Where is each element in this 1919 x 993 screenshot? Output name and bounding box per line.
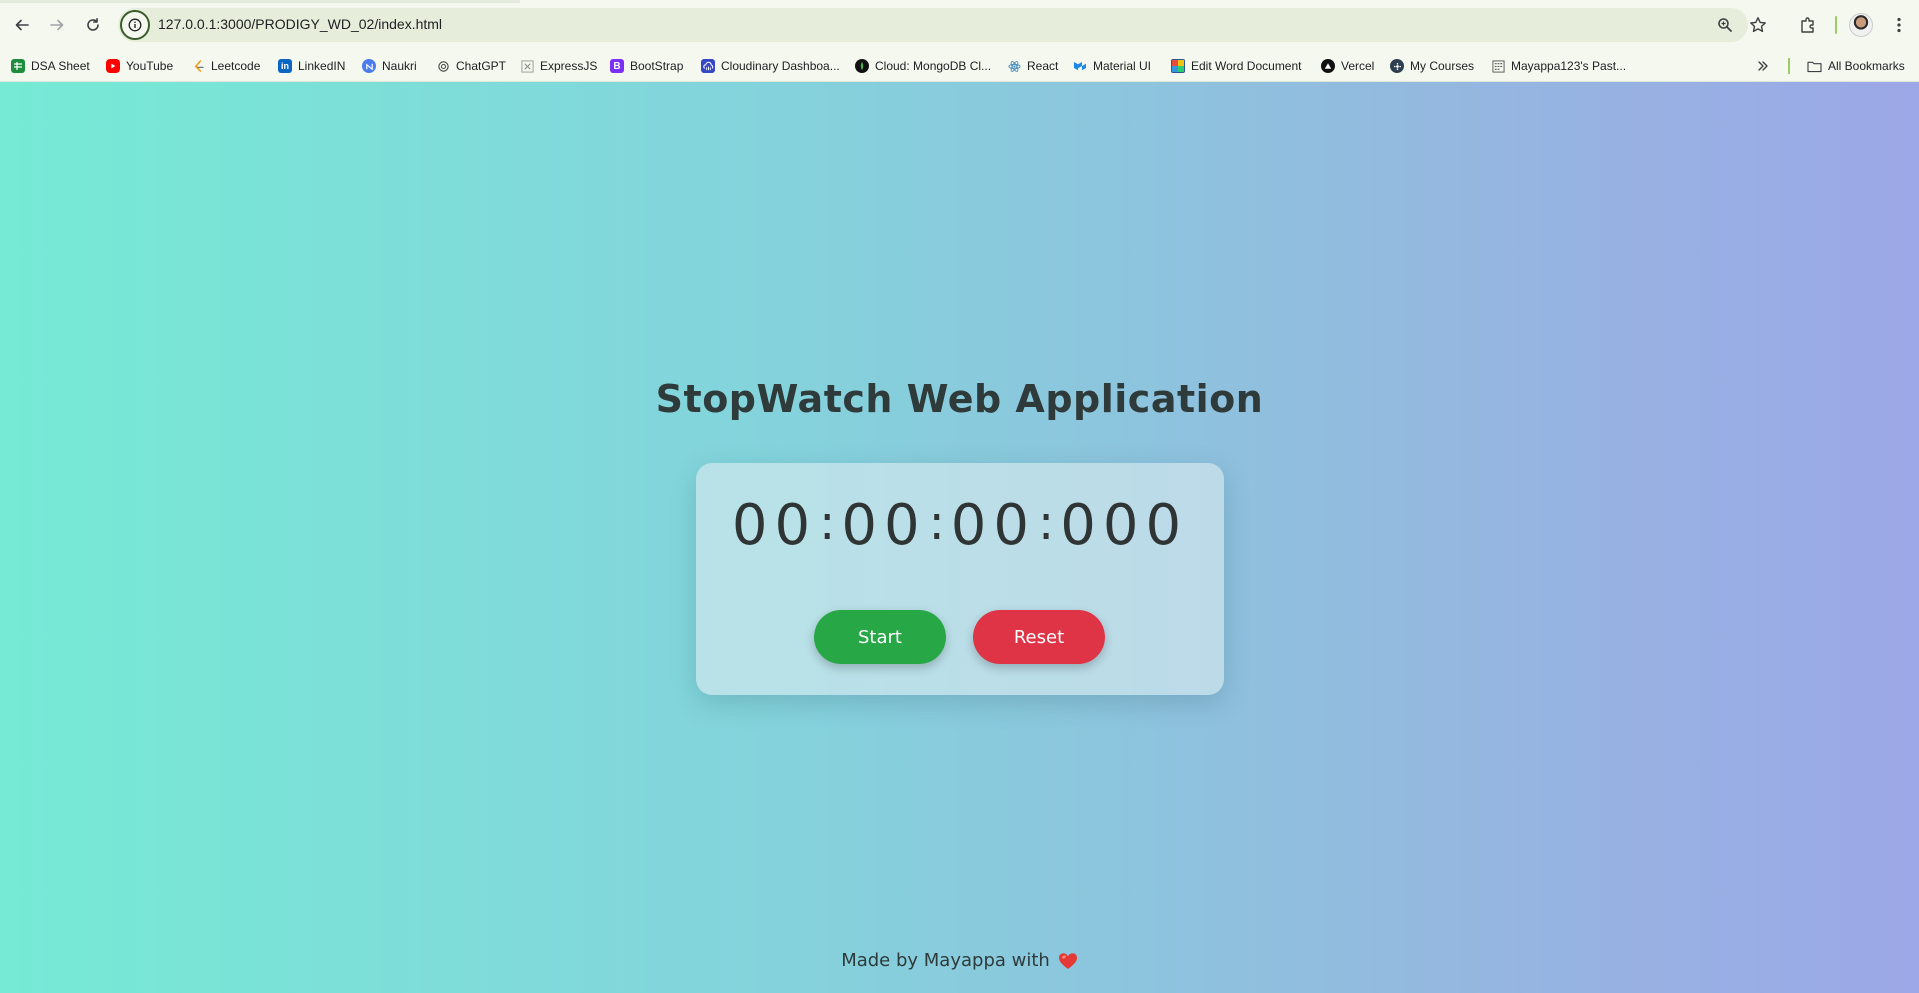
reset-button[interactable]: Reset bbox=[973, 610, 1105, 664]
url-text[interactable]: 127.0.0.1:3000/PRODIGY_WD_02/index.html bbox=[158, 16, 442, 32]
bookmark-mongodb[interactable]: Cloud: MongoDB Cl... bbox=[855, 56, 991, 76]
timer-display: 00 : 00 : 00 : 000 bbox=[696, 493, 1224, 558]
bookmark-vercel[interactable]: Vercel bbox=[1321, 56, 1374, 76]
folder-icon bbox=[1806, 59, 1822, 73]
tab-strip bbox=[0, 0, 520, 3]
bookmark-label: React bbox=[1027, 59, 1059, 73]
bookmark-youtube[interactable]: YouTube bbox=[106, 56, 173, 76]
bookmark-label: Naukri bbox=[382, 59, 417, 73]
forward-icon[interactable] bbox=[44, 12, 70, 38]
bookmark-label: Edit Word Document bbox=[1191, 59, 1302, 73]
browser-toolbar: 127.0.0.1:3000/PRODIGY_WD_02/index.html bbox=[0, 0, 1919, 50]
vercel-icon bbox=[1321, 59, 1335, 73]
bookmark-label: Material UI bbox=[1093, 59, 1152, 73]
profile-avatar[interactable] bbox=[1849, 13, 1873, 37]
timer-milliseconds: 000 bbox=[1060, 493, 1189, 558]
footer-text: Made by Mayappa with bbox=[841, 950, 1050, 971]
star-icon[interactable] bbox=[1745, 12, 1771, 38]
all-bookmarks-button[interactable]: All Bookmarks bbox=[1806, 56, 1905, 76]
bookmark-react[interactable]: React bbox=[1007, 56, 1058, 76]
bookmarks-bar: DSA Sheet YouTube Leetcode in LinkedIN Na… bbox=[0, 50, 1919, 82]
zoom-icon[interactable] bbox=[1716, 16, 1734, 34]
dsa-sheet-icon bbox=[11, 59, 25, 73]
bookmark-label: Leetcode bbox=[211, 59, 261, 73]
bookmark-label: ChatGPT bbox=[456, 59, 507, 73]
material-ui-icon bbox=[1073, 59, 1087, 73]
bookmark-material-ui[interactable]: Material UI bbox=[1073, 56, 1151, 76]
toolbar-separator bbox=[1835, 16, 1837, 34]
youtube-icon bbox=[106, 59, 120, 73]
chatgpt-icon bbox=[436, 59, 450, 73]
bookmark-label: YouTube bbox=[126, 59, 174, 73]
naukri-icon bbox=[362, 59, 376, 73]
bookmark-label: LinkedIN bbox=[298, 59, 346, 73]
bookmark-label: My Courses bbox=[1410, 59, 1475, 73]
leetcode-icon bbox=[191, 59, 205, 73]
linkedin-icon: in bbox=[278, 59, 292, 73]
start-button[interactable]: Start bbox=[814, 610, 946, 664]
reload-icon[interactable] bbox=[80, 12, 106, 38]
bookmark-chatgpt[interactable]: ChatGPT bbox=[436, 56, 506, 76]
bookmark-label: Cloudinary Dashboa... bbox=[721, 59, 840, 73]
double-chevron-icon[interactable] bbox=[1756, 56, 1770, 76]
react-icon bbox=[1007, 59, 1021, 73]
timer-separator: : bbox=[928, 494, 945, 551]
page-title: StopWatch Web Application bbox=[655, 377, 1264, 421]
bookmark-bootstrap[interactable]: B BootStrap bbox=[610, 56, 683, 76]
bookmark-cloudinary[interactable]: Cloudinary Dashboa... bbox=[701, 56, 840, 76]
pastebin-icon bbox=[1491, 59, 1505, 73]
footer: Made by Mayappa with bbox=[0, 950, 1919, 971]
cloudinary-icon bbox=[701, 59, 715, 73]
timer-seconds: 00 bbox=[950, 493, 1037, 558]
bootstrap-icon: B bbox=[610, 59, 624, 73]
timer-separator: : bbox=[1038, 494, 1055, 551]
bookmark-label: DSA Sheet bbox=[31, 59, 90, 73]
mongodb-icon bbox=[855, 59, 869, 73]
menu-icon[interactable] bbox=[1886, 12, 1912, 38]
bookmark-label: BootStrap bbox=[630, 59, 684, 73]
timer-minutes: 00 bbox=[841, 493, 927, 558]
my-courses-icon bbox=[1390, 59, 1404, 73]
bookmark-label: ExpressJS bbox=[540, 59, 598, 73]
expressjs-icon bbox=[520, 59, 534, 73]
bookmark-dsa-sheet[interactable]: DSA Sheet bbox=[11, 56, 90, 76]
bookmarks-separator bbox=[1788, 58, 1790, 74]
timer-separator: : bbox=[819, 494, 836, 551]
bookmark-linkedin[interactable]: in LinkedIN bbox=[278, 56, 345, 76]
extensions-icon[interactable] bbox=[1795, 12, 1821, 38]
word-doc-icon bbox=[1171, 59, 1185, 73]
timer-hours: 00 bbox=[731, 493, 818, 558]
page-viewport: StopWatch Web Application 00 : 00 : 00 :… bbox=[0, 82, 1919, 993]
stopwatch-card: 00 : 00 : 00 : 000 Start Reset bbox=[696, 463, 1224, 695]
bookmark-label: Mayappa123's Past... bbox=[1511, 59, 1627, 73]
back-icon[interactable] bbox=[9, 12, 35, 38]
bookmark-leetcode[interactable]: Leetcode bbox=[191, 56, 260, 76]
bookmark-expressjs[interactable]: ExpressJS bbox=[520, 56, 597, 76]
bookmark-label: Vercel bbox=[1341, 59, 1375, 73]
all-bookmarks-label: All Bookmarks bbox=[1828, 59, 1905, 73]
bookmark-label: Cloud: MongoDB Cl... bbox=[875, 59, 992, 73]
bookmark-naukri[interactable]: Naukri bbox=[362, 56, 417, 76]
heart-icon bbox=[1058, 952, 1078, 970]
site-info-icon[interactable] bbox=[120, 10, 150, 40]
address-bar[interactable]: 127.0.0.1:3000/PRODIGY_WD_02/index.html bbox=[118, 8, 1748, 42]
bookmark-edit-word-document[interactable]: Edit Word Document bbox=[1171, 56, 1302, 76]
bookmark-my-courses[interactable]: My Courses bbox=[1390, 56, 1474, 76]
bookmark-pastebin[interactable]: Mayappa123's Past... bbox=[1491, 56, 1626, 76]
